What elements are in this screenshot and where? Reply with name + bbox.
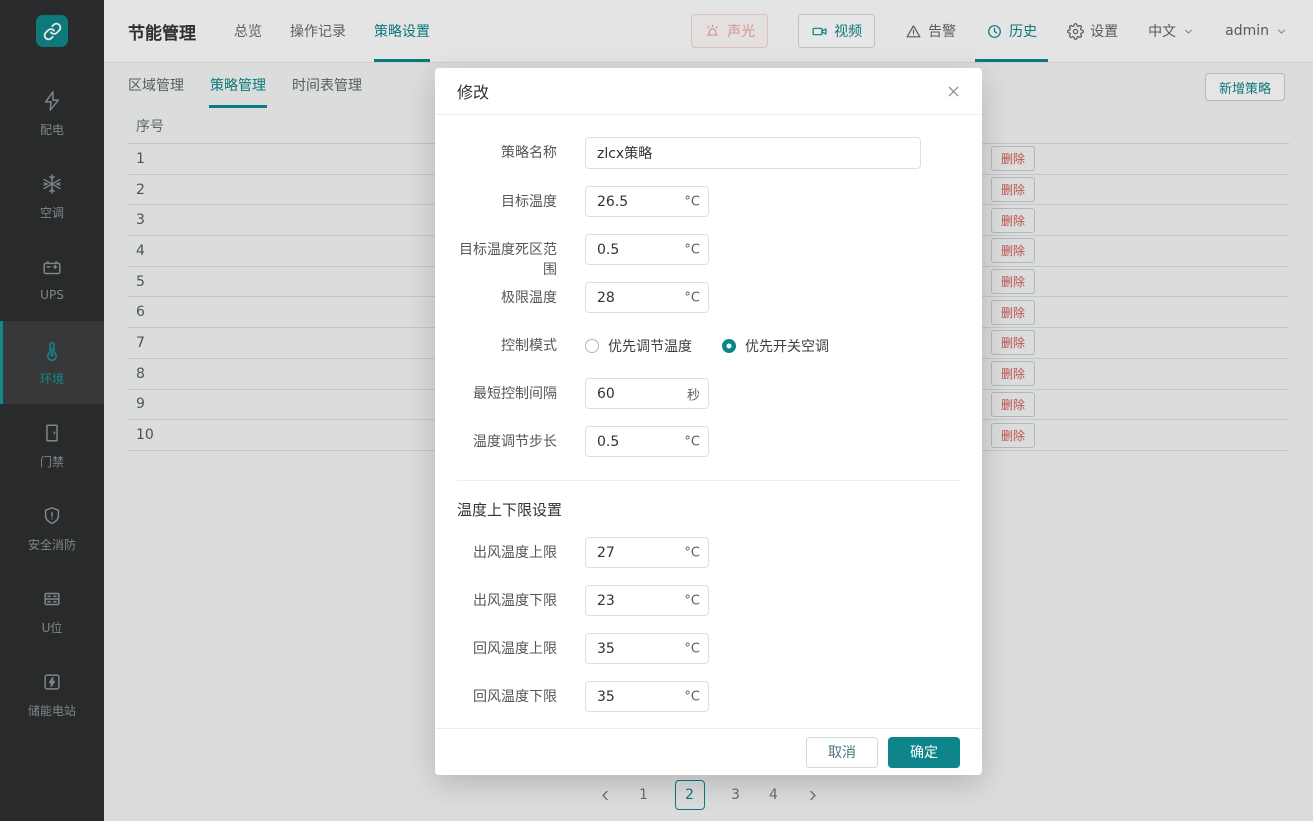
unit-label: °C [684,242,700,257]
field-target-temp: 目标温度 °C [457,186,960,217]
unit-label: 秒 [687,384,700,403]
radio-circle-unchecked[interactable] [585,339,599,353]
field-label: 回风温度上限 [457,633,557,659]
field-temp-step: 温度调节步长 °C [457,426,960,457]
radio-label: 优先开关空调 [745,336,829,356]
modal-body: 策略名称 目标温度 °C 目标温度死区范围 °C 极限温度 °C [435,115,982,728]
close-icon[interactable] [945,83,962,100]
unit-label: °C [684,290,700,305]
radio-adjust-temp[interactable]: 优先调节温度 [585,336,692,356]
field-limit-temp: 极限温度 °C [457,282,960,313]
field-label: 目标温度 [457,186,557,212]
confirm-button[interactable]: 确定 [888,737,960,768]
section-divider [457,480,960,481]
field-min-interval: 最短控制间隔 秒 [457,378,960,409]
field-outlet-upper: 出风温度上限 °C [457,537,960,568]
unit-label: °C [684,434,700,449]
cancel-button[interactable]: 取消 [806,737,878,768]
radio-switch-ac[interactable]: 优先开关空调 [722,336,829,356]
modal-header: 修改 [435,68,982,115]
unit-label: °C [684,689,700,704]
field-outlet-lower: 出风温度下限 °C [457,585,960,616]
field-control-mode: 控制模式 优先调节温度 优先开关空调 [457,330,960,361]
field-return-lower: 回风温度下限 °C [457,681,960,712]
temp-limits-section-title: 温度上下限设置 [457,499,960,520]
edit-policy-modal: 修改 策略名称 目标温度 °C 目标温度死区范围 °C 极 [435,68,982,775]
field-label: 回风温度下限 [457,681,557,707]
modal-footer: 取消 确定 [435,728,982,775]
field-return-upper: 回风温度上限 °C [457,633,960,664]
radio-label: 优先调节温度 [608,336,692,356]
policy-name-input[interactable] [585,137,921,169]
modal-title: 修改 [457,79,489,103]
field-label: 策略名称 [457,137,557,163]
field-policy-name: 策略名称 [457,137,960,169]
field-dead-zone: 目标温度死区范围 °C [457,234,960,265]
unit-label: °C [684,194,700,209]
unit-label: °C [684,641,700,656]
field-label: 最短控制间隔 [457,378,557,404]
unit-label: °C [684,593,700,608]
field-label: 出风温度上限 [457,537,557,563]
field-label: 出风温度下限 [457,585,557,611]
field-label: 极限温度 [457,282,557,308]
radio-circle-checked[interactable] [722,339,736,353]
field-label: 目标温度死区范围 [457,234,557,280]
field-label: 控制模式 [457,330,557,356]
unit-label: °C [684,545,700,560]
field-label: 温度调节步长 [457,426,557,452]
